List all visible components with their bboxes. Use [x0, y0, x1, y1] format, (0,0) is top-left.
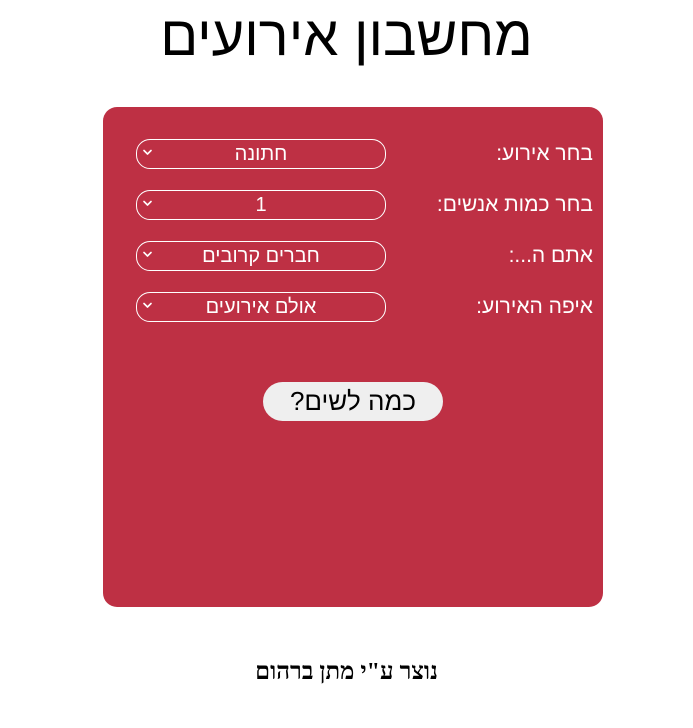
- chevron-down-icon: [143, 302, 152, 308]
- relationship-label: אתם ה...:: [508, 244, 593, 267]
- event-type-select[interactable]: חתונה: [136, 139, 386, 169]
- chevron-down-icon: [143, 149, 152, 155]
- guest-count-select[interactable]: 1: [136, 190, 386, 220]
- venue-label: איפה האירוע:: [476, 295, 593, 318]
- event-type-value: חתונה: [234, 143, 288, 165]
- calculate-button[interactable]: כמה לשים?: [263, 382, 443, 421]
- chevron-down-icon: [143, 251, 152, 257]
- chevron-down-icon: [143, 200, 152, 206]
- event-type-row: בחר אירוע: חתונה: [103, 138, 603, 170]
- venue-value: אולם אירועים: [205, 296, 317, 318]
- relationship-row: אתם ה...: חברים קרובים: [103, 240, 603, 272]
- relationship-value: חברים קרובים: [202, 245, 320, 267]
- guest-count-label: בחר כמות אנשים:: [436, 193, 593, 216]
- relationship-select[interactable]: חברים קרובים: [136, 241, 386, 271]
- venue-row: איפה האירוע: אולם אירועים: [103, 291, 603, 323]
- guest-count-value: 1: [255, 194, 267, 216]
- event-type-label: בחר אירוע:: [496, 142, 593, 165]
- venue-select[interactable]: אולם אירועים: [136, 292, 386, 322]
- calculator-card: בחר אירוע: חתונה בחר כמות אנשים: 1 אתם ה…: [103, 107, 603, 607]
- page-title: מחשבון אירועים: [160, 4, 533, 67]
- guest-count-row: בחר כמות אנשים: 1: [103, 189, 603, 221]
- credits-footer: נוצר ע"י מתן ברהום: [255, 659, 438, 685]
